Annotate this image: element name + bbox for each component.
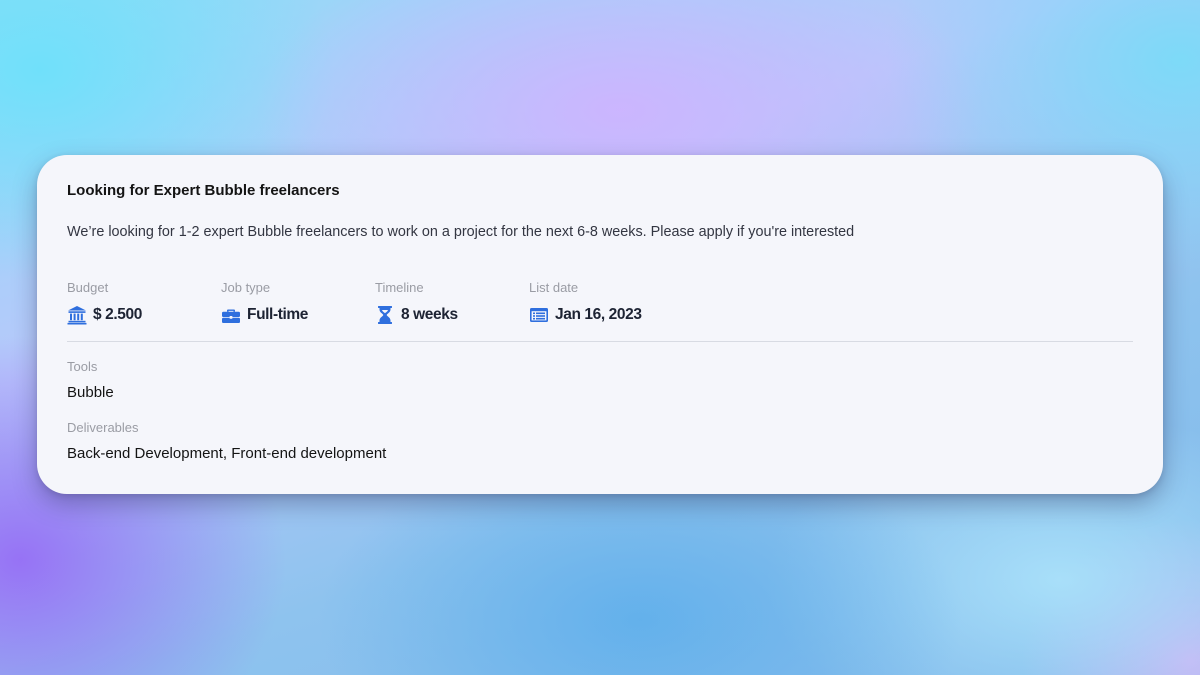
timeline-label: Timeline — [375, 280, 424, 295]
job-listing-card: Looking for Expert Bubble freelancers We… — [37, 155, 1163, 494]
job-title: Looking for Expert Bubble freelancers — [67, 182, 340, 199]
job-type-label: Job type — [221, 280, 271, 295]
budget-meta: Budget $ 2.500 — [67, 280, 142, 325]
timeline-meta: Timeline 8 weeks — [375, 280, 458, 324]
list-date-value-row: Jan 16, 2023 — [529, 305, 642, 325]
list-date-label: List date — [529, 280, 579, 295]
hourglass-icon — [375, 305, 395, 325]
budget-value-row: $ 2.500 — [67, 305, 142, 325]
calendar-list-icon — [529, 305, 549, 325]
deliverables-value: Back-end Development, Front-end developm… — [67, 445, 387, 462]
job-type-meta: Job type Full-time — [221, 280, 308, 323]
bank-icon — [67, 305, 87, 325]
budget-label: Budget — [67, 280, 109, 295]
tools-value: Bubble — [67, 384, 114, 401]
timeline-value-row: 8 weeks — [375, 305, 458, 325]
job-description: We’re looking for 1-2 expert Bubble free… — [67, 224, 855, 240]
list-date-value: Jan 16, 2023 — [555, 306, 642, 323]
tools-label: Tools — [67, 359, 98, 374]
deliverables-label: Deliverables — [67, 420, 139, 435]
budget-value: $ 2.500 — [93, 306, 142, 323]
section-divider — [67, 341, 1133, 342]
briefcase-icon — [221, 305, 241, 325]
timeline-value: 8 weeks — [401, 306, 458, 323]
list-date-meta: List date Jan 16, 2023 — [529, 280, 642, 323]
job-type-value: Full-time — [247, 306, 308, 323]
job-type-value-row: Full-time — [221, 305, 308, 325]
